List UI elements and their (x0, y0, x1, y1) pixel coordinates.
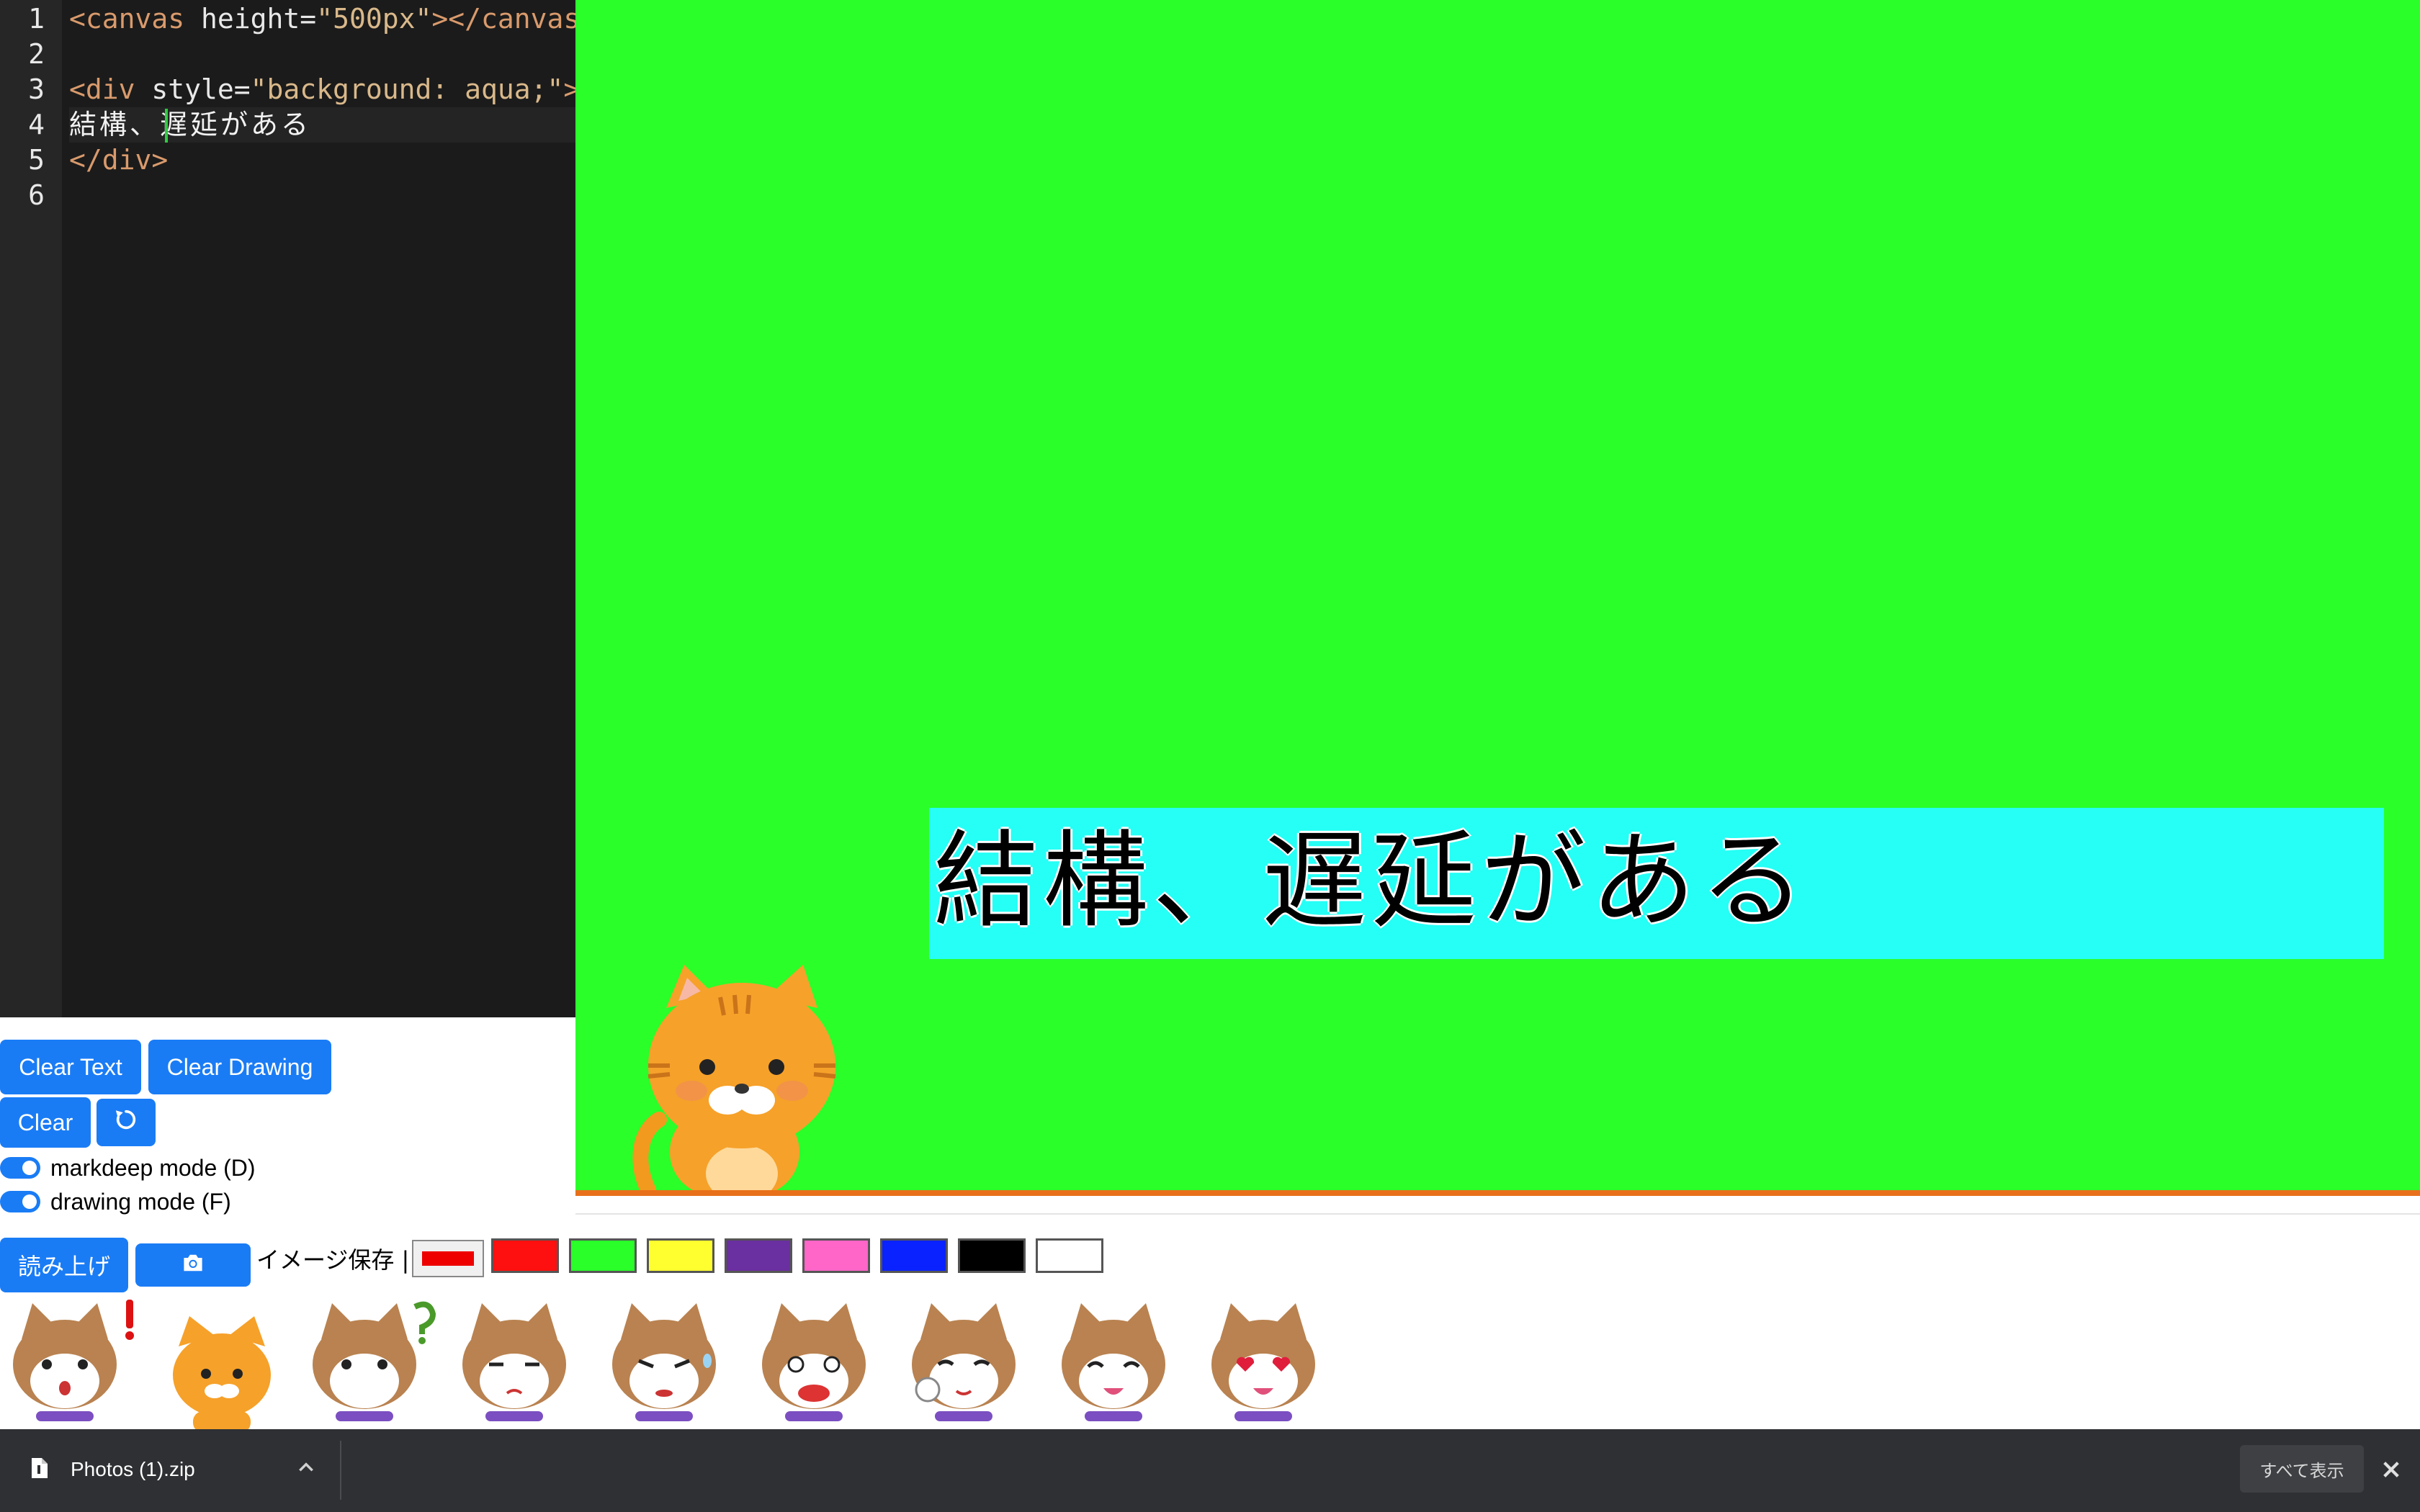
clear-text-button[interactable]: Clear Text (0, 1040, 141, 1094)
color-swatch-green[interactable] (569, 1238, 637, 1273)
code-token: height= (184, 3, 317, 35)
code-line-1[interactable]: <canvas height="500px"></canvas> (69, 1, 596, 37)
markdeep-toggle[interactable] (0, 1157, 40, 1179)
markdeep-toggle-label: markdeep mode (D) (50, 1155, 256, 1181)
color-swatch-black[interactable] (958, 1238, 1026, 1273)
line-number: 3 (28, 73, 45, 105)
text-cursor (165, 109, 168, 143)
code-line-5[interactable]: </div> (69, 143, 575, 178)
read-aloud-button[interactable]: 読み上げ (0, 1238, 128, 1292)
orange-cat-avatar (627, 958, 857, 1190)
section-divider (575, 1213, 2420, 1215)
code-line-3[interactable]: <div style="background: aqua;"> (69, 72, 580, 107)
sweat-cat-sticker[interactable] (606, 1296, 736, 1430)
code-token: <canvas (69, 3, 185, 35)
code-token: 結構、遅延がある (69, 109, 312, 140)
code-token: "500px" (316, 3, 432, 35)
color-swatch-purple[interactable] (725, 1238, 792, 1273)
image-save-label: イメージ保存 | (256, 1246, 410, 1274)
question-cat-sticker[interactable] (307, 1296, 436, 1430)
caption-box: 結構、遅延がある (929, 808, 2384, 959)
wink-cat-sticker[interactable] (906, 1296, 1036, 1430)
line-number: 1 (28, 3, 45, 35)
line-number: 4 (28, 109, 45, 140)
color-swatch-pink[interactable] (802, 1238, 870, 1273)
code-token: </div> (69, 144, 169, 176)
download-bar-separator (340, 1441, 341, 1500)
orange-cat-sticker[interactable] (157, 1296, 287, 1430)
color-swatch-white[interactable] (1036, 1238, 1103, 1273)
clear-button[interactable]: Clear (0, 1097, 91, 1148)
code-line-4[interactable]: 結構、遅延がある (69, 107, 575, 143)
line-number: 2 (28, 38, 45, 70)
happy-cat-sticker[interactable] (1056, 1296, 1186, 1430)
line-number: 6 (28, 179, 45, 211)
exclamation-cat-sticker[interactable] (7, 1296, 137, 1430)
clear-drawing-button[interactable]: Clear Drawing (148, 1040, 331, 1094)
undo-icon (114, 1107, 138, 1138)
file-icon (30, 1457, 49, 1482)
code-line-6[interactable] (69, 178, 575, 213)
caption-text: 結構、遅延がある (933, 820, 1809, 942)
color-swatch-blue[interactable] (880, 1238, 948, 1273)
close-icon[interactable] (2381, 1459, 2401, 1482)
undo-button[interactable] (97, 1099, 156, 1146)
color-swatch-red[interactable] (491, 1238, 559, 1273)
code-token: <div (69, 73, 135, 105)
camera-icon (181, 1252, 205, 1279)
line-number: 5 (28, 144, 45, 176)
shocked-cat-sticker[interactable] (756, 1296, 886, 1430)
line-number-gutter: 1 2 3 4 5 6 (0, 0, 62, 1017)
chevron-up-icon[interactable] (297, 1458, 315, 1480)
download-file-name[interactable]: Photos (1).zip (71, 1458, 195, 1481)
code-token: "background: aqua;" (250, 73, 564, 105)
code-token: ></canvas> (431, 3, 597, 35)
camera-button[interactable] (135, 1243, 251, 1287)
sad-cat-sticker[interactable] (457, 1296, 586, 1430)
current-color-swatch[interactable] (412, 1240, 484, 1277)
show-all-button[interactable]: すべて表示 (2240, 1445, 2364, 1493)
code-token: style= (135, 73, 251, 105)
code-editor[interactable]: 1 2 3 4 5 6 <canvas height="500px"></can… (0, 0, 596, 1017)
drawing-toggle-label: drawing mode (F) (50, 1189, 231, 1215)
color-swatch-yellow[interactable] (647, 1238, 714, 1273)
drawing-toggle[interactable] (0, 1191, 40, 1212)
heart-eyes-cat-sticker[interactable] (1206, 1296, 1335, 1430)
download-bar: Photos (1).zip すべて表示 (0, 1429, 2420, 1512)
stage-bottom-border (575, 1190, 2420, 1196)
code-line-2[interactable] (69, 37, 575, 72)
